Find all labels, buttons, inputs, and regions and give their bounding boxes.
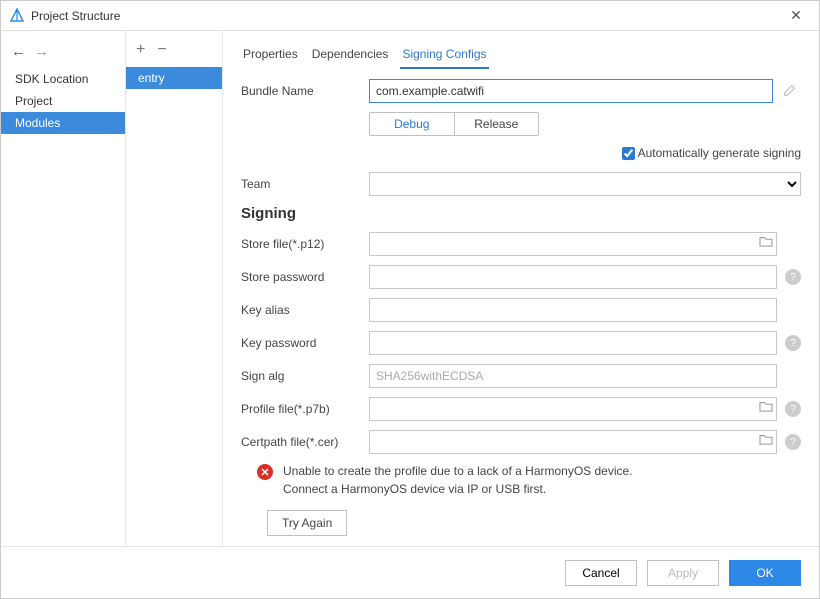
- store-file-input[interactable]: [369, 232, 777, 256]
- certpath-label: Certpath file(*.cer): [241, 435, 369, 449]
- tab-dependencies[interactable]: Dependencies: [310, 43, 391, 69]
- team-select[interactable]: [369, 172, 801, 196]
- key-password-help-icon[interactable]: ?: [785, 335, 801, 351]
- error-line1: Unable to create the profile due to a la…: [283, 463, 633, 480]
- error-line2: Connect a HarmonyOS device via IP or USB…: [283, 481, 633, 498]
- ok-button[interactable]: OK: [729, 560, 801, 586]
- bundle-name-input[interactable]: [369, 79, 773, 103]
- edit-bundle-icon[interactable]: [779, 83, 801, 100]
- sidebar-item-sdk-location[interactable]: SDK Location: [1, 68, 125, 90]
- remove-module-icon[interactable]: −: [157, 41, 166, 59]
- auto-sign-checkbox[interactable]: [622, 147, 635, 160]
- main-panel: Properties Dependencies Signing Configs …: [223, 31, 819, 546]
- apply-button[interactable]: Apply: [647, 560, 719, 586]
- try-again-button[interactable]: Try Again: [267, 510, 347, 536]
- back-arrow-icon[interactable]: ←: [11, 43, 26, 60]
- certpath-browse-icon[interactable]: [759, 433, 773, 448]
- tab-properties[interactable]: Properties: [241, 43, 300, 69]
- store-file-label: Store file(*.p12): [241, 237, 369, 251]
- tab-signing-configs[interactable]: Signing Configs: [400, 43, 488, 69]
- key-password-label: Key password: [241, 336, 369, 350]
- add-module-icon[interactable]: +: [136, 41, 145, 59]
- forward-arrow-icon[interactable]: →: [34, 43, 49, 60]
- dialog-footer: Cancel Apply OK: [1, 546, 819, 598]
- certpath-input[interactable]: [369, 430, 777, 454]
- profile-file-browse-icon[interactable]: [759, 400, 773, 415]
- module-list: + − entry: [126, 31, 223, 546]
- close-button[interactable]: ✕: [781, 7, 811, 24]
- sidebar-item-project[interactable]: Project: [1, 90, 125, 112]
- key-password-input[interactable]: [369, 331, 777, 355]
- nav-arrows: ← →: [1, 39, 125, 68]
- auto-sign-label: Automatically generate signing: [638, 146, 801, 160]
- titlebar: Project Structure ✕: [1, 1, 819, 31]
- key-alias-label: Key alias: [241, 303, 369, 317]
- tab-bar: Properties Dependencies Signing Configs: [241, 41, 801, 69]
- sidebar-item-modules[interactable]: Modules: [1, 112, 125, 134]
- sign-alg-label: Sign alg: [241, 369, 369, 383]
- store-password-help-icon[interactable]: ?: [785, 269, 801, 285]
- team-label: Team: [241, 177, 369, 191]
- signing-heading: Signing: [241, 205, 801, 222]
- app-logo-icon: [9, 8, 25, 24]
- module-item-entry[interactable]: entry: [126, 67, 222, 89]
- store-password-input[interactable]: [369, 265, 777, 289]
- release-segment[interactable]: Release: [455, 113, 539, 135]
- category-sidebar: ← → SDK Location Project Modules: [1, 31, 126, 546]
- auto-sign-row[interactable]: Automatically generate signing: [622, 146, 801, 160]
- signing-form: Bundle Name Debug Release: [241, 79, 801, 546]
- cancel-button[interactable]: Cancel: [565, 560, 637, 586]
- sign-alg-input[interactable]: [369, 364, 777, 388]
- key-alias-input[interactable]: [369, 298, 777, 322]
- debug-segment[interactable]: Debug: [370, 113, 455, 135]
- error-message: ✕ Unable to create the profile due to a …: [257, 463, 801, 498]
- profile-file-label: Profile file(*.p7b): [241, 402, 369, 416]
- build-type-toggle: Debug Release: [369, 112, 539, 136]
- module-list-ops: + −: [126, 39, 222, 67]
- error-icon: ✕: [257, 464, 273, 480]
- profile-help-icon[interactable]: ?: [785, 401, 801, 417]
- window-title: Project Structure: [31, 9, 120, 23]
- store-file-browse-icon[interactable]: [759, 235, 773, 250]
- certpath-help-icon[interactable]: ?: [785, 434, 801, 450]
- project-structure-dialog: Project Structure ✕ ← → SDK Location Pro…: [0, 0, 820, 599]
- profile-file-input[interactable]: [369, 397, 777, 421]
- store-password-label: Store password: [241, 270, 369, 284]
- bundle-name-label: Bundle Name: [241, 84, 369, 98]
